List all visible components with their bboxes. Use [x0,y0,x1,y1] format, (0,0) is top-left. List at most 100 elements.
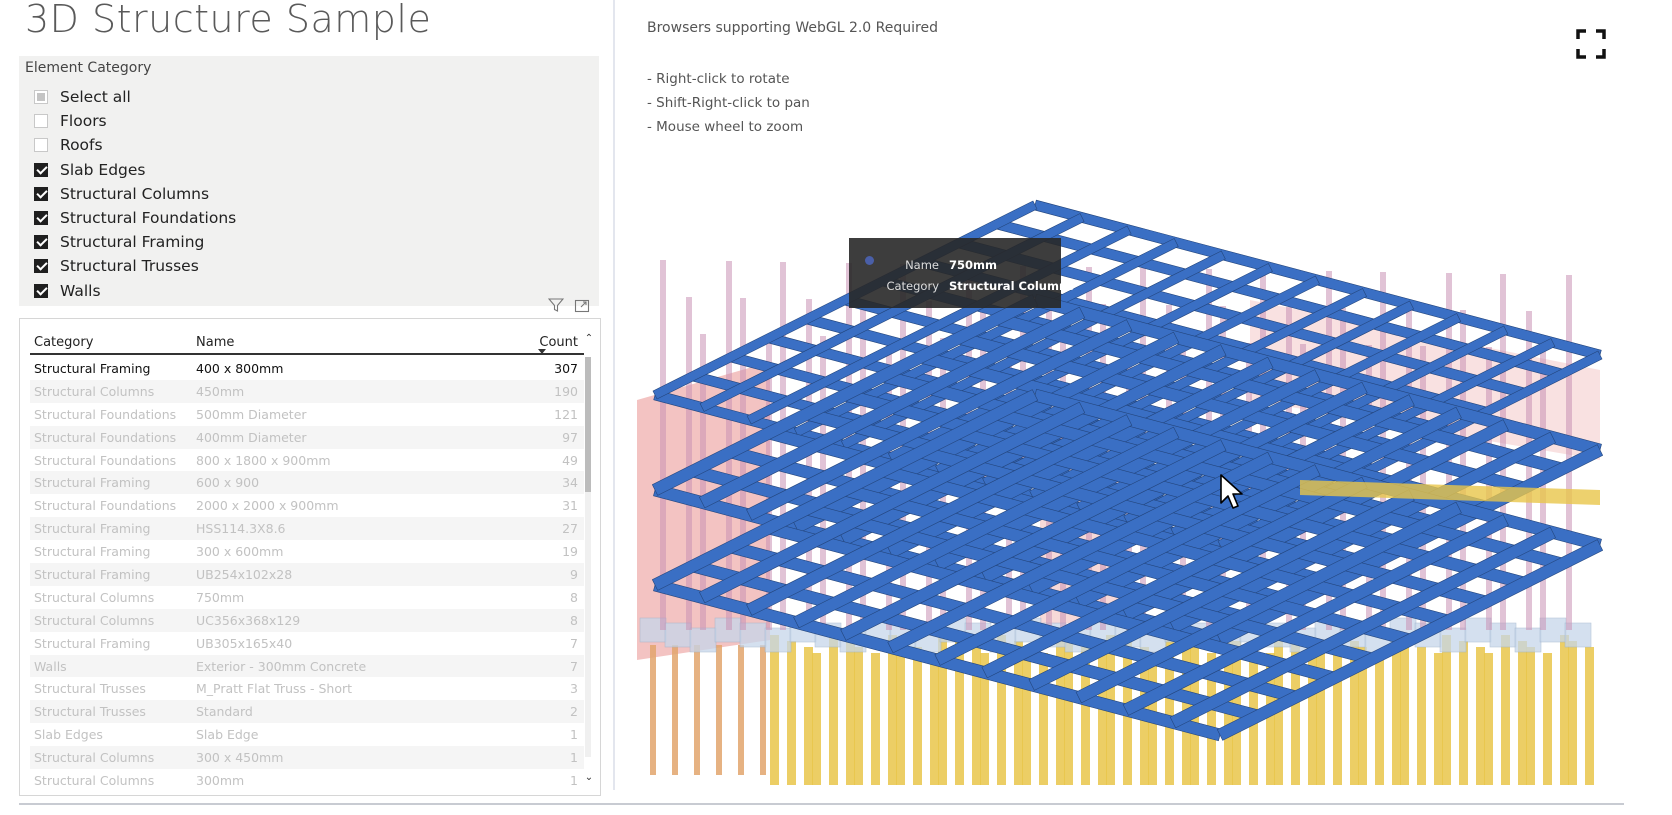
table-row[interactable]: Structural Foundations 800 x 1800 x 900mm… [30,449,584,472]
checkbox[interactable] [34,162,48,177]
table-row[interactable]: Structural Framing 400 x 800mm 307 [30,357,584,380]
structural-column [780,262,786,630]
table-row[interactable]: Structural Trusses M_Pratt Flat Truss - S… [30,677,584,700]
slicer-item-structural-foundations[interactable]: Structural Foundations [34,206,236,230]
foundation-pile [1585,647,1594,785]
category-table: Category Name Count Structural Framing 40… [19,318,601,796]
table-row[interactable]: Structural Framing 600 x 900 34 [30,471,584,495]
checkbox[interactable] [34,211,48,226]
cell-count: 7 [570,658,578,674]
cell-category: Structural Framing [34,566,151,582]
slicer-item-structural-trusses[interactable]: Structural Trusses [34,254,236,278]
foundation-pile [812,653,821,785]
slicer-item-structural-columns[interactable]: Structural Columns [34,182,236,206]
table-row[interactable]: Structural Framing HSS114.3X8.6 27 [30,517,584,541]
slicer-item-label: Select all [60,88,131,107]
column-header-name[interactable]: Name [196,335,234,350]
cell-name: UC356x368x129 [196,612,301,628]
element-tooltip: Name 750mm Category Structural Columns [849,238,1074,308]
cell-category: Structural Framing [34,635,151,651]
slicer-item-roofs[interactable]: Roofs [34,133,236,157]
cell-category: Structural Framing [34,360,151,376]
cell-category: Structural Columns [34,383,155,399]
table-row[interactable]: Structural Columns UC356x368x129 8 [30,608,584,632]
table-row[interactable]: Structural Columns 300mm 1 [30,769,584,792]
slicer-item-label: Structural Foundations [60,209,237,228]
slicer-item-label: Slab Edges [60,160,146,179]
cell-name: UB305x165x40 [196,635,293,651]
cell-name: 300 x 450mm [196,750,284,766]
scroll-track[interactable] [585,357,591,757]
slicer-title: Element Category [25,60,152,76]
slicer-items: Select all Floors Roofs Slab Edges Structura… [34,85,236,303]
table-row[interactable]: Walls Exterior - 300mm Concrete 7 [30,654,584,678]
focus-mode-icon[interactable] [574,297,590,313]
cell-name: 300mm [196,772,245,788]
table-header: Category Name Count [30,325,584,355]
foundation-pile [1518,641,1527,785]
slicer-item-structural-framing[interactable]: Structural Framing [34,230,236,254]
checkbox[interactable] [34,90,48,105]
slicer-item-label: Structural Columns [60,184,210,203]
column-header-category[interactable]: Category [34,335,93,350]
table-row[interactable]: Structural Foundations 2000 x 2000 x 900m… [30,494,584,517]
scroll-thumb[interactable] [585,357,591,492]
webgl-requirement-note: Browsers supporting WebGL 2.0 Required [647,20,938,36]
cell-category: Structural Trusses [34,704,146,720]
3d-model-viewer[interactable]: Browsers supporting WebGL 2.0 Required -… [625,0,1672,800]
sort-descending-icon [538,349,546,354]
table-row[interactable]: Structural Framing UB254x102x28 9 [30,563,584,586]
cell-name: 400mm Diameter [196,429,307,445]
table-row[interactable]: Slab Edges Slab Edge 1 [30,723,584,746]
column-header-count[interactable]: Count [539,335,578,350]
cell-name: 600 x 900 [196,475,260,491]
foundation-pile [1476,647,1485,785]
cell-count: 307 [554,360,578,376]
table-row[interactable]: Structural Trusses Standard 2 [30,700,584,724]
fullscreen-icon[interactable] [1575,28,1607,60]
scroll-up-icon[interactable]: ⌃ [584,333,594,344]
structural-column [686,297,692,630]
filter-icon[interactable] [548,297,564,313]
pile-cap [764,627,792,653]
foundation-pile [1434,653,1443,785]
slicer-item-walls[interactable]: Walls [34,279,236,303]
cell-category: Structural Columns [34,750,155,766]
scroll-down-icon[interactable]: ⌄ [584,772,594,783]
tooltip-value: Structural Columns [949,279,1075,293]
cell-count: 34 [562,475,578,491]
table-row[interactable]: Structural Foundations 500mm Diameter 121 [30,403,584,426]
table-row[interactable]: Structural Columns 300 x 450mm 1 [30,746,584,770]
cell-count: 190 [554,383,578,399]
column-pile [694,645,700,775]
checkbox[interactable] [34,138,48,153]
checkbox[interactable] [34,114,48,129]
slicer-item-label: Roofs [60,136,103,155]
foundation-pile [1417,647,1426,785]
slicer-item-select-all[interactable]: Select all [34,85,236,109]
checkbox[interactable] [34,259,48,274]
table-row[interactable]: Structural Framing 300 x 600mm 19 [30,540,584,563]
mouse-pointer-icon [1220,474,1243,509]
foundation-pile [930,653,939,785]
cell-name: HSS114.3X8.6 [196,521,286,537]
page-bottom-rule [19,803,1624,805]
table-row[interactable]: Structural Framing UB305x165x40 7 [30,632,584,655]
cell-category: Walls [34,658,67,674]
slicer-item-floors[interactable]: Floors [34,109,236,133]
slicer-item-slab-edges[interactable]: Slab Edges [34,158,236,182]
checkbox[interactable] [34,235,48,250]
cell-name: UB254x102x28 [196,566,293,582]
cell-category: Structural Foundations [34,429,177,445]
cell-count: 7 [570,635,578,651]
cell-name: 500mm Diameter [196,406,307,422]
visual-divider [613,0,615,790]
table-row[interactable]: Structural Columns 450mm 190 [30,379,584,403]
checkbox[interactable] [34,283,48,298]
foundation-pile [846,641,855,785]
cell-category: Structural Columns [34,589,155,605]
table-row[interactable]: Structural Columns 750mm 8 [30,586,584,609]
table-scrollbar[interactable]: ⌃ ⌄ [582,333,594,783]
table-row[interactable]: Structural Foundations 400mm Diameter 97 [30,425,584,449]
checkbox[interactable] [34,186,48,201]
